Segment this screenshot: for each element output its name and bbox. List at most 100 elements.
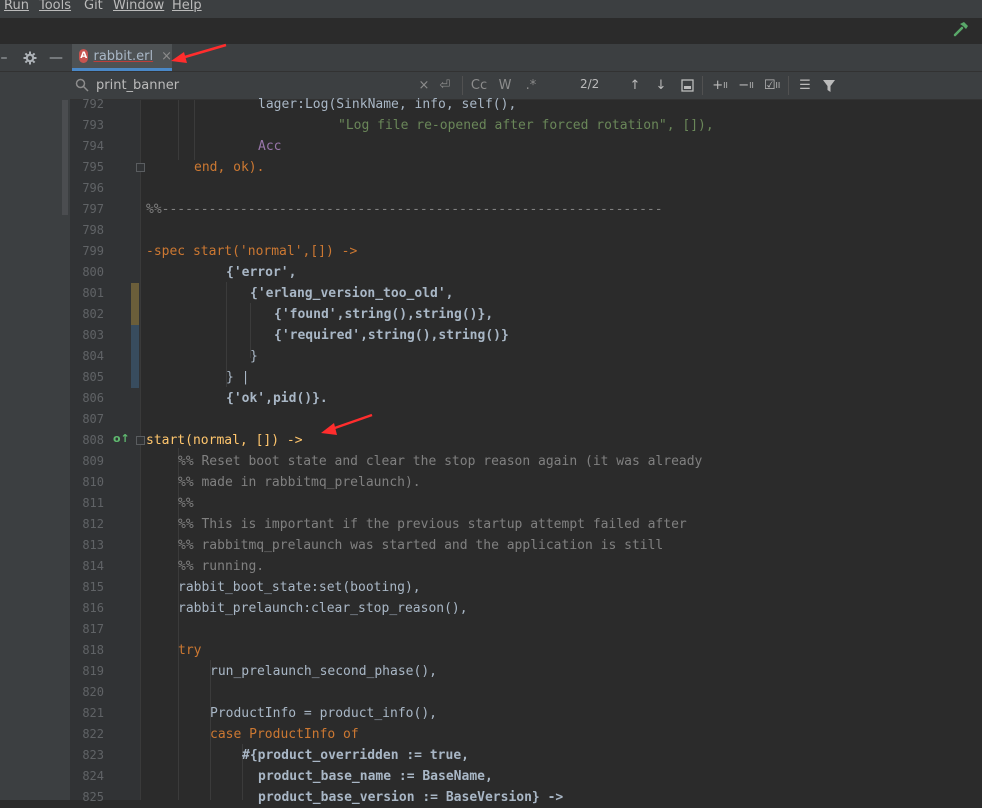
line-number: 809 [82,454,104,468]
code-text: %%--------------------------------------… [146,202,663,217]
line-number: 793 [82,118,104,132]
add-occurrence-icon[interactable]: + II [710,76,730,95]
line-number: 807 [82,412,104,426]
erlang-file-icon: A [79,49,89,63]
implementation-marker-icon[interactable]: o↑ [113,433,130,445]
code-text: ProductInfo = product_info(), [210,706,437,721]
code-text: %% Reset boot state and clear the stop r… [178,454,703,469]
filter-icon[interactable] [820,76,838,95]
filter-funnel-shape [823,79,835,92]
line-number: 792 [82,97,104,111]
line-number: 816 [82,601,104,615]
hide-minus-icon[interactable]: — [46,44,66,71]
code-line: #{product_overridden := true, [146,745,469,766]
code-text: Acc [258,139,282,154]
annotation-arrow-tab [171,43,227,63]
menu-tools[interactable]: Tools [39,0,71,12]
code-line: %% This is important if the previous sta… [146,514,687,535]
code-text: } | [226,370,250,385]
code-line: {'ok',pid()}. [146,388,328,409]
annotation-arrow-start [321,413,373,435]
code-text: start(normal, []) -> [146,433,303,448]
line-number: 819 [82,664,104,678]
match-case-label: Cc [470,78,488,93]
code-line: "Log file re-opened after forced rotatio… [146,115,722,136]
line-number: 808 [82,433,104,447]
search-icon[interactable] [75,78,89,92]
select-all-occurrences-icon[interactable] [678,76,696,95]
code-text: %% made in rabbitmq_prelaunch). [178,475,421,490]
code-text: %% This is important if the previous sta… [178,517,687,532]
code-text: #{product_overridden := true, [242,748,469,763]
gear-icon[interactable] [20,44,40,71]
line-number: 824 [82,769,104,783]
line-number: 817 [82,622,104,636]
fold-marker[interactable] [136,163,145,172]
tab-rabbit-erl[interactable]: A rabbit.erl × [72,44,172,71]
regex-label: .* [525,78,537,93]
code-text: rabbit_boot_state:set(booting), [178,580,421,595]
tool-window-panel [0,44,71,800]
code-text: product_base_version := BaseVersion} -> [258,790,564,805]
clear-search-icon[interactable]: × [416,76,432,95]
menu-label-git: Git [84,0,103,13]
collapse-minus-icon[interactable]: – [0,44,8,71]
filter-lines-icon[interactable]: ☰ [796,76,814,95]
code-text: %% [178,496,194,511]
code-line: } [146,346,258,367]
code-text: rabbit_prelaunch:clear_stop_reason(), [178,601,468,616]
line-number: 805 [82,370,104,384]
menu-label-window: Window [113,0,165,13]
code-line: {'found',string(),string()}, [146,304,493,325]
code-line: %% Reset boot state and clear the stop r… [146,451,702,472]
editor-tab-bar: – — A rabbit.erl × [0,44,982,72]
line-number: 811 [82,496,104,510]
code-line: %% [146,493,194,514]
match-case-button[interactable]: Cc [468,76,490,95]
words-button[interactable]: W [494,76,516,95]
line-number: 812 [82,517,104,531]
menu-help[interactable]: Help [172,0,202,12]
code-line: ProductInfo = product_info(), [146,703,437,724]
select-all-matches-icon[interactable]: ☑ II [762,76,782,95]
search-input[interactable] [96,76,416,94]
code-line: Acc [146,136,281,157]
code-line: product_base_version := BaseVersion} -> [146,787,563,808]
arrow-up-icon[interactable]: ↑ [626,76,644,95]
remove-occurrence-icon[interactable]: − II [736,76,756,95]
change-marker-modified[interactable] [131,283,139,325]
code-line: } | [146,367,249,388]
regex-button[interactable]: .* [520,76,542,95]
line-number: 814 [82,559,104,573]
code-line: %% running. [146,556,264,577]
line-number: 818 [82,643,104,657]
line-number: 804 [82,349,104,363]
arrow-down-icon[interactable]: ↓ [652,76,670,95]
line-number: 803 [82,328,104,342]
code-line: {'required',string(),string()} [146,325,509,346]
code-text: } [250,349,258,364]
match-count: 2/2 [580,77,600,91]
change-marker-added[interactable] [131,325,139,388]
menu-label-run: Run [4,0,29,13]
code-line: run_prelaunch_second_phase(), [146,661,437,682]
fold-marker[interactable] [136,436,145,445]
code-line: rabbit_boot_state:set(booting), [146,577,421,598]
code-text: {'erlang_version_too_old', [250,286,454,301]
code-line: %%--------------------------------------… [146,199,663,220]
code-line: {'error', [146,262,296,283]
code-text: {'found',string(),string()}, [274,307,494,322]
line-number: 801 [82,286,104,300]
line-number: 795 [82,160,104,174]
menu-git[interactable]: Git [84,0,103,12]
separator [702,76,703,95]
newline-icon[interactable]: ⏎ [436,76,454,95]
menu-run[interactable]: Run [4,0,29,12]
menu-window[interactable]: Window [113,0,164,12]
code-text: {'ok',pid()}. [226,391,328,406]
code-text: {'error', [226,265,297,280]
scroll-thumb[interactable] [62,100,68,215]
code-text: product_base_name := BaseName, [258,769,493,784]
line-number: 797 [82,202,104,216]
build-hammer-icon[interactable] [952,20,970,38]
